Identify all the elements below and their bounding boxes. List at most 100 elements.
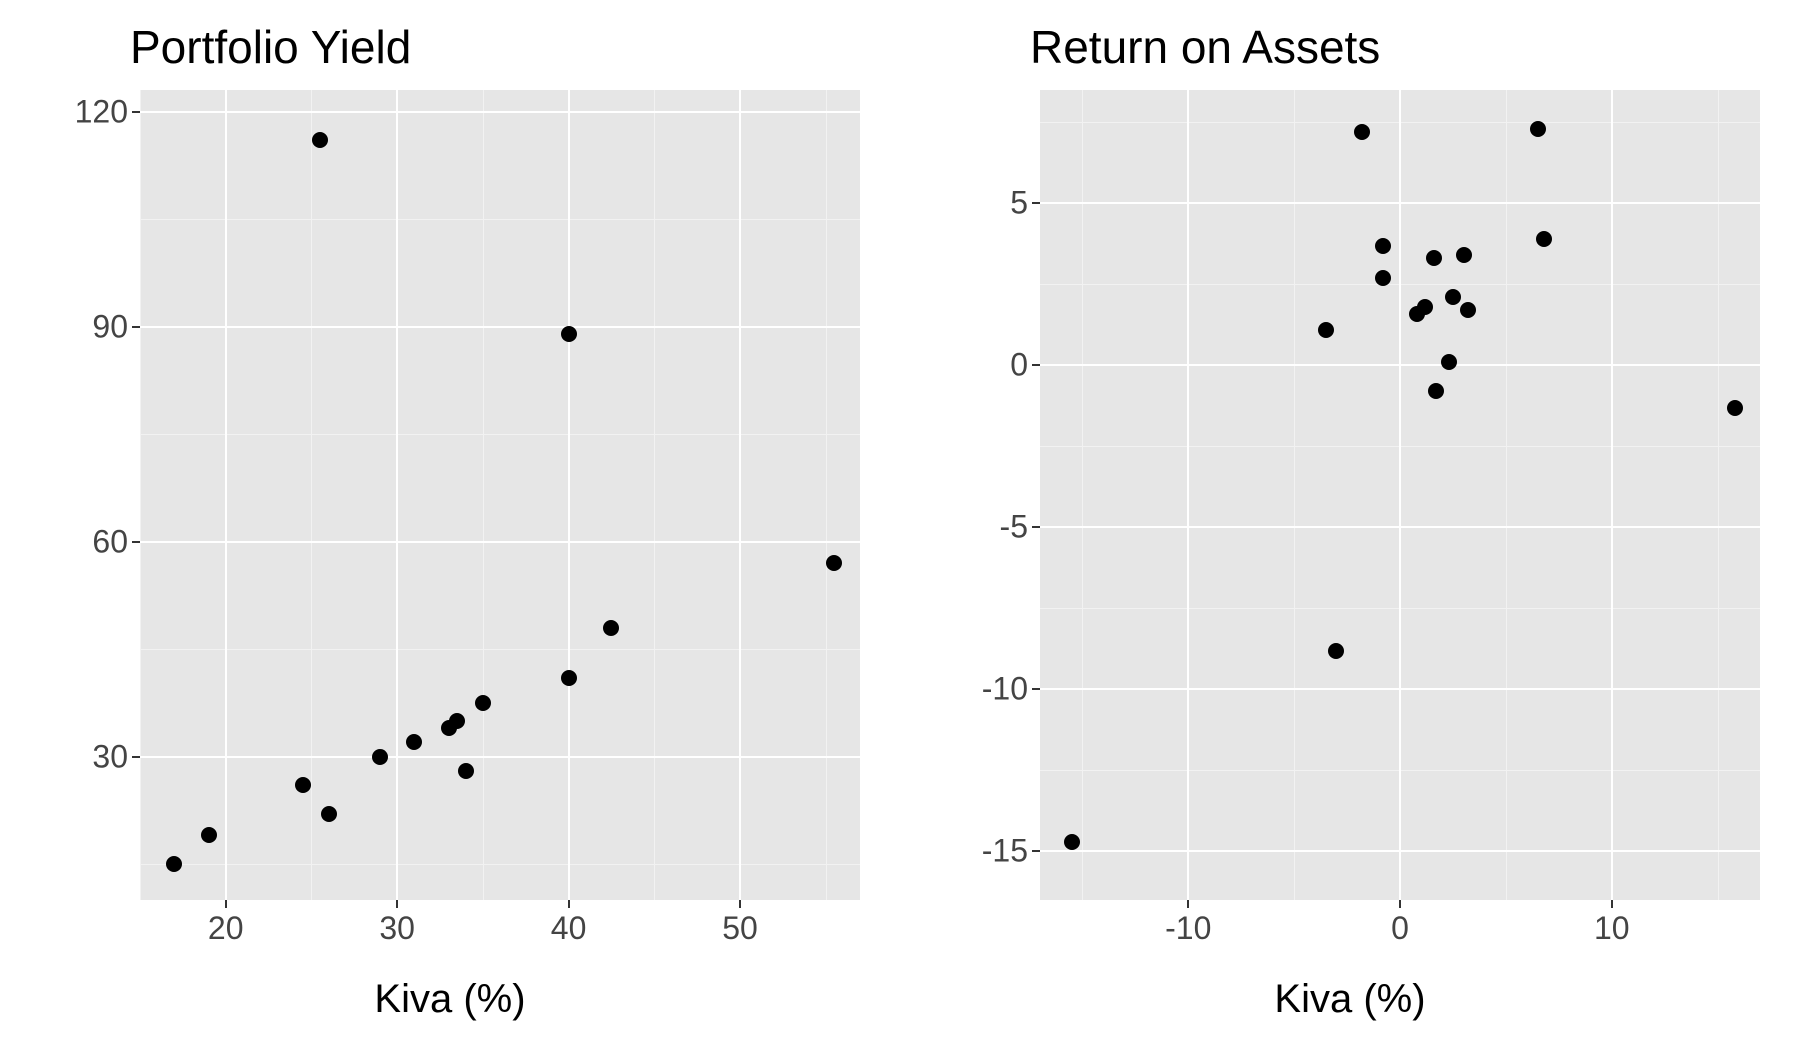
y-tick-mark: [132, 326, 140, 328]
data-point: [1426, 250, 1442, 266]
data-point: [1417, 299, 1433, 315]
data-point: [449, 713, 465, 729]
right-panel: Return on Assets MIX Market (%) Kiva (%)…: [900, 0, 1800, 1050]
y-tick-label: 0: [1010, 347, 1028, 384]
data-point: [826, 555, 842, 571]
grid-minor-v: [1082, 90, 1083, 900]
y-tick-mark: [132, 541, 140, 543]
y-tick-label: -5: [1000, 509, 1028, 546]
data-point: [1375, 238, 1391, 254]
grid-major-h: [1040, 364, 1760, 366]
grid-major-h: [1040, 202, 1760, 204]
data-point: [1530, 121, 1546, 137]
data-point: [295, 777, 311, 793]
x-tick-label: 30: [379, 910, 415, 947]
x-axis-label-right: Kiva (%): [1274, 977, 1425, 1022]
grid-minor-v: [1506, 90, 1507, 900]
x-tick-mark: [1187, 900, 1189, 908]
x-tick-label: 20: [208, 910, 244, 947]
chart-title-right: Return on Assets: [1030, 20, 1770, 74]
y-tick-label: -10: [982, 671, 1028, 708]
left-panel: Portfolio Yield MIX Market (%) Kiva (%) …: [0, 0, 900, 1050]
data-point: [603, 620, 619, 636]
grid-minor-v: [826, 90, 827, 900]
x-tick-mark: [225, 900, 227, 908]
grid-minor-v: [483, 90, 484, 900]
grid-major-h: [140, 541, 860, 543]
grid-major-h: [140, 326, 860, 328]
plot-wrap-left: 20304050306090120: [140, 90, 860, 900]
y-tick-label: 90: [92, 308, 128, 345]
y-tick-mark: [1032, 688, 1040, 690]
x-tick-label: 40: [551, 910, 587, 947]
y-tick-label: 120: [75, 93, 128, 130]
grid-major-v: [739, 90, 741, 900]
data-point: [561, 326, 577, 342]
y-tick-mark: [1032, 526, 1040, 528]
chart-title-left: Portfolio Yield: [130, 20, 870, 74]
data-point: [312, 132, 328, 148]
data-point: [201, 827, 217, 843]
grid-minor-h: [140, 649, 860, 650]
grid-minor-h: [140, 864, 860, 865]
data-point: [1354, 124, 1370, 140]
data-point: [1428, 383, 1444, 399]
data-point: [458, 763, 474, 779]
x-tick-label: -10: [1165, 910, 1211, 947]
grid-minor-h: [140, 219, 860, 220]
grid-minor-v: [1294, 90, 1295, 900]
plot-wrap-right: -10010-15-10-505: [1040, 90, 1760, 900]
data-point: [1456, 247, 1472, 263]
data-point: [321, 806, 337, 822]
plot-area-right: -10010-15-10-505: [1040, 90, 1760, 900]
grid-major-v: [1187, 90, 1189, 900]
data-point: [1441, 354, 1457, 370]
data-point: [166, 856, 182, 872]
x-tick-mark: [1399, 900, 1401, 908]
grid-minor-v: [1718, 90, 1719, 900]
grid-major-h: [1040, 688, 1760, 690]
data-point: [372, 749, 388, 765]
data-point: [1064, 834, 1080, 850]
grid-major-h: [1040, 526, 1760, 528]
grid-major-h: [140, 756, 860, 758]
grid-major-h: [140, 111, 860, 113]
grid-major-h: [1040, 850, 1760, 852]
data-point: [1727, 400, 1743, 416]
x-tick-mark: [1611, 900, 1613, 908]
data-point: [1318, 322, 1334, 338]
grid-minor-h: [140, 434, 860, 435]
y-tick-label: -15: [982, 833, 1028, 870]
chart-container: Portfolio Yield MIX Market (%) Kiva (%) …: [0, 0, 1800, 1050]
plot-area-left: 20304050306090120: [140, 90, 860, 900]
y-tick-mark: [1032, 364, 1040, 366]
y-tick-mark: [132, 111, 140, 113]
grid-major-v: [1399, 90, 1401, 900]
grid-major-v: [225, 90, 227, 900]
grid-minor-v: [140, 90, 141, 900]
grid-major-v: [568, 90, 570, 900]
x-tick-mark: [739, 900, 741, 908]
data-point: [1460, 302, 1476, 318]
x-axis-label-left: Kiva (%): [374, 977, 525, 1022]
y-tick-mark: [132, 756, 140, 758]
grid-major-v: [1611, 90, 1613, 900]
data-point: [561, 670, 577, 686]
data-point: [1536, 231, 1552, 247]
y-tick-label: 5: [1010, 185, 1028, 222]
grid-major-v: [396, 90, 398, 900]
data-point: [406, 734, 422, 750]
data-point: [1328, 643, 1344, 659]
x-tick-label: 10: [1594, 910, 1630, 947]
y-tick-mark: [1032, 202, 1040, 204]
x-tick-label: 0: [1391, 910, 1409, 947]
data-point: [1375, 270, 1391, 286]
y-tick-label: 60: [92, 523, 128, 560]
grid-minor-v: [311, 90, 312, 900]
data-point: [475, 695, 491, 711]
data-point: [1445, 289, 1461, 305]
y-tick-label: 30: [92, 738, 128, 775]
y-tick-mark: [1032, 850, 1040, 852]
x-tick-mark: [396, 900, 398, 908]
x-tick-mark: [568, 900, 570, 908]
